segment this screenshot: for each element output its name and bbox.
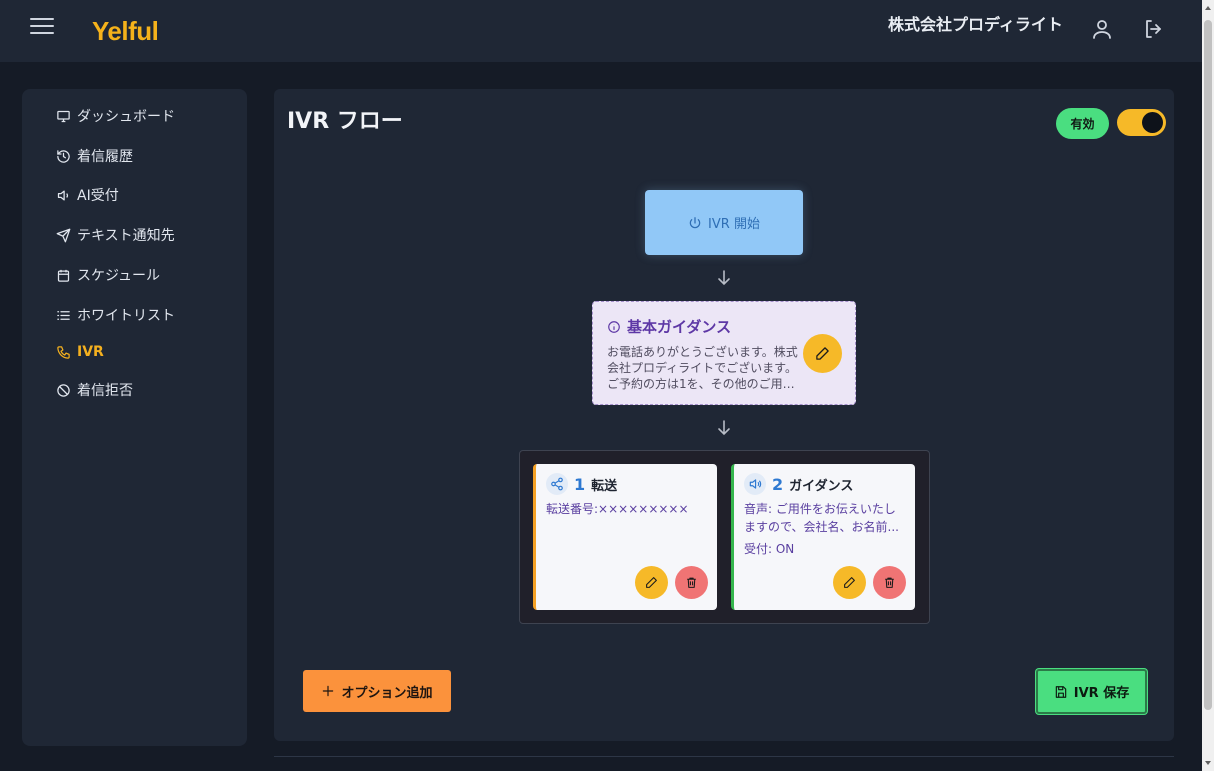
option-number: 2 xyxy=(772,474,784,494)
sidebar-item-whitelist[interactable]: ホワイトリスト xyxy=(56,305,175,325)
basic-guidance-node[interactable]: 基本ガイダンス お電話ありがとうございます。株式 会社プロディライトでございます… xyxy=(592,301,856,405)
guidance-line: ご予約の方は1を、その他のご用件... xyxy=(607,377,799,391)
pencil-icon xyxy=(816,347,829,360)
logout-icon[interactable] xyxy=(1142,17,1166,41)
delete-option-button[interactable] xyxy=(675,566,708,599)
phone-icon xyxy=(57,345,70,359)
speaker-icon xyxy=(57,190,69,200)
sidebar-item-label: スケジュール xyxy=(77,268,161,284)
sidebar: ダッシュボード 着信履歴 AI受付 テキスト通知先 スケジュール ホワイトリスト… xyxy=(22,89,247,746)
sidebar-item-call-block[interactable]: 着信拒否 xyxy=(56,380,133,400)
guidance-title-label: 基本ガイダンス xyxy=(627,318,732,336)
arrow-down-icon xyxy=(716,269,732,287)
toggle-knob xyxy=(1142,112,1163,133)
scroll-up-arrow-icon[interactable] xyxy=(1205,6,1211,10)
hamburger-menu-icon[interactable] xyxy=(30,18,54,40)
option-label: ガイダンス xyxy=(789,478,854,494)
option-detail: ますので、会社名、お名前... xyxy=(744,520,899,534)
delete-option-button[interactable] xyxy=(873,566,906,599)
user-icon[interactable] xyxy=(1090,17,1114,41)
ivr-enabled-toggle[interactable] xyxy=(1117,109,1166,136)
page-scrollbar[interactable] xyxy=(1202,0,1214,771)
trash-icon xyxy=(885,577,894,588)
guidance-line: 会社プロディライトでございます。 xyxy=(607,361,797,375)
top-bar: Yelful 株式会社プロディライト xyxy=(0,0,1202,62)
sidebar-item-schedule[interactable]: スケジュール xyxy=(56,265,160,285)
page-title: IVR フロー xyxy=(287,109,403,134)
arrow-down-icon xyxy=(716,419,732,437)
option-detail: 転送番号:××××××××× xyxy=(546,502,689,516)
ivr-flow-panel: IVR フロー 有効 IVR 開始 基本ガイダンス お電話ありがとうございます。… xyxy=(274,89,1174,741)
calendar-icon xyxy=(57,269,70,282)
list-icon xyxy=(57,310,70,320)
sidebar-item-label: ホワイトリスト xyxy=(77,308,175,324)
sidebar-item-label: 着信拒否 xyxy=(77,383,133,399)
sidebar-item-label: IVR xyxy=(77,344,104,360)
option-header: 2 ガイダンス xyxy=(744,473,853,495)
monitor-icon xyxy=(57,110,70,122)
guidance-line: お電話ありがとうございます。株式 xyxy=(607,345,798,359)
sidebar-item-ai-reception[interactable]: AI受付 xyxy=(56,185,119,205)
edit-guidance-button[interactable] xyxy=(803,334,842,373)
sidebar-item-label: ダッシュボード xyxy=(77,109,175,125)
speaker-icon xyxy=(744,473,766,495)
option-card-guidance[interactable]: 2 ガイダンス 音声: ご用件をお伝えいたし ますので、会社名、お名前... 受… xyxy=(731,464,915,610)
guidance-text: お電話ありがとうございます。株式 会社プロディライトでございます。 ご予約の方は… xyxy=(607,344,799,392)
ivr-options-container: 1 転送 転送番号:××××××××× 2 ガイダンス 音声: ご用件をお伝えい… xyxy=(519,450,930,624)
divider xyxy=(274,756,1174,757)
pencil-icon xyxy=(646,577,657,588)
guidance-title: 基本ガイダンス xyxy=(607,316,731,337)
edit-option-button[interactable] xyxy=(635,566,668,599)
ban-icon xyxy=(57,383,70,397)
power-icon xyxy=(689,216,701,228)
status-badge: 有効 xyxy=(1056,108,1109,139)
info-icon xyxy=(608,320,620,333)
option-detail: 受付: ON xyxy=(744,542,795,556)
history-icon xyxy=(57,149,70,163)
sidebar-item-ivr[interactable]: IVR xyxy=(56,344,104,360)
sidebar-item-call-history[interactable]: 着信履歴 xyxy=(56,146,133,166)
option-detail: 音声: ご用件をお伝えいたし xyxy=(744,502,896,516)
add-option-button[interactable]: オプション追加 xyxy=(303,670,451,712)
sidebar-item-label: AI受付 xyxy=(77,188,119,204)
option-header: 1 転送 xyxy=(546,473,617,495)
scrollbar-thumb[interactable] xyxy=(1204,20,1212,710)
sidebar-item-label: テキスト通知先 xyxy=(77,228,175,244)
start-node-label: IVR 開始 xyxy=(708,217,760,232)
app-logo: Yelful xyxy=(92,16,159,46)
save-icon xyxy=(1055,685,1067,698)
edit-option-button[interactable] xyxy=(833,566,866,599)
company-name: 株式会社プロディライト xyxy=(888,15,1063,34)
option-number: 1 xyxy=(574,474,586,494)
share-icon xyxy=(546,473,568,495)
pencil-icon xyxy=(844,577,855,588)
send-icon xyxy=(56,228,71,242)
add-option-label: オプション追加 xyxy=(341,685,433,701)
option-label: 転送 xyxy=(591,478,618,494)
sidebar-item-label: 着信履歴 xyxy=(77,149,133,165)
save-ivr-button[interactable]: IVR 保存 xyxy=(1036,669,1147,714)
plus-icon xyxy=(323,685,334,697)
trash-icon xyxy=(687,577,696,588)
scroll-down-arrow-icon[interactable] xyxy=(1205,761,1211,765)
sidebar-item-dashboard[interactable]: ダッシュボード xyxy=(56,106,175,126)
ivr-start-node[interactable]: IVR 開始 xyxy=(645,190,803,255)
save-label: IVR 保存 xyxy=(1073,686,1130,701)
sidebar-item-text-notify[interactable]: テキスト通知先 xyxy=(56,225,175,245)
option-card-transfer[interactable]: 1 転送 転送番号:××××××××× xyxy=(533,464,717,610)
